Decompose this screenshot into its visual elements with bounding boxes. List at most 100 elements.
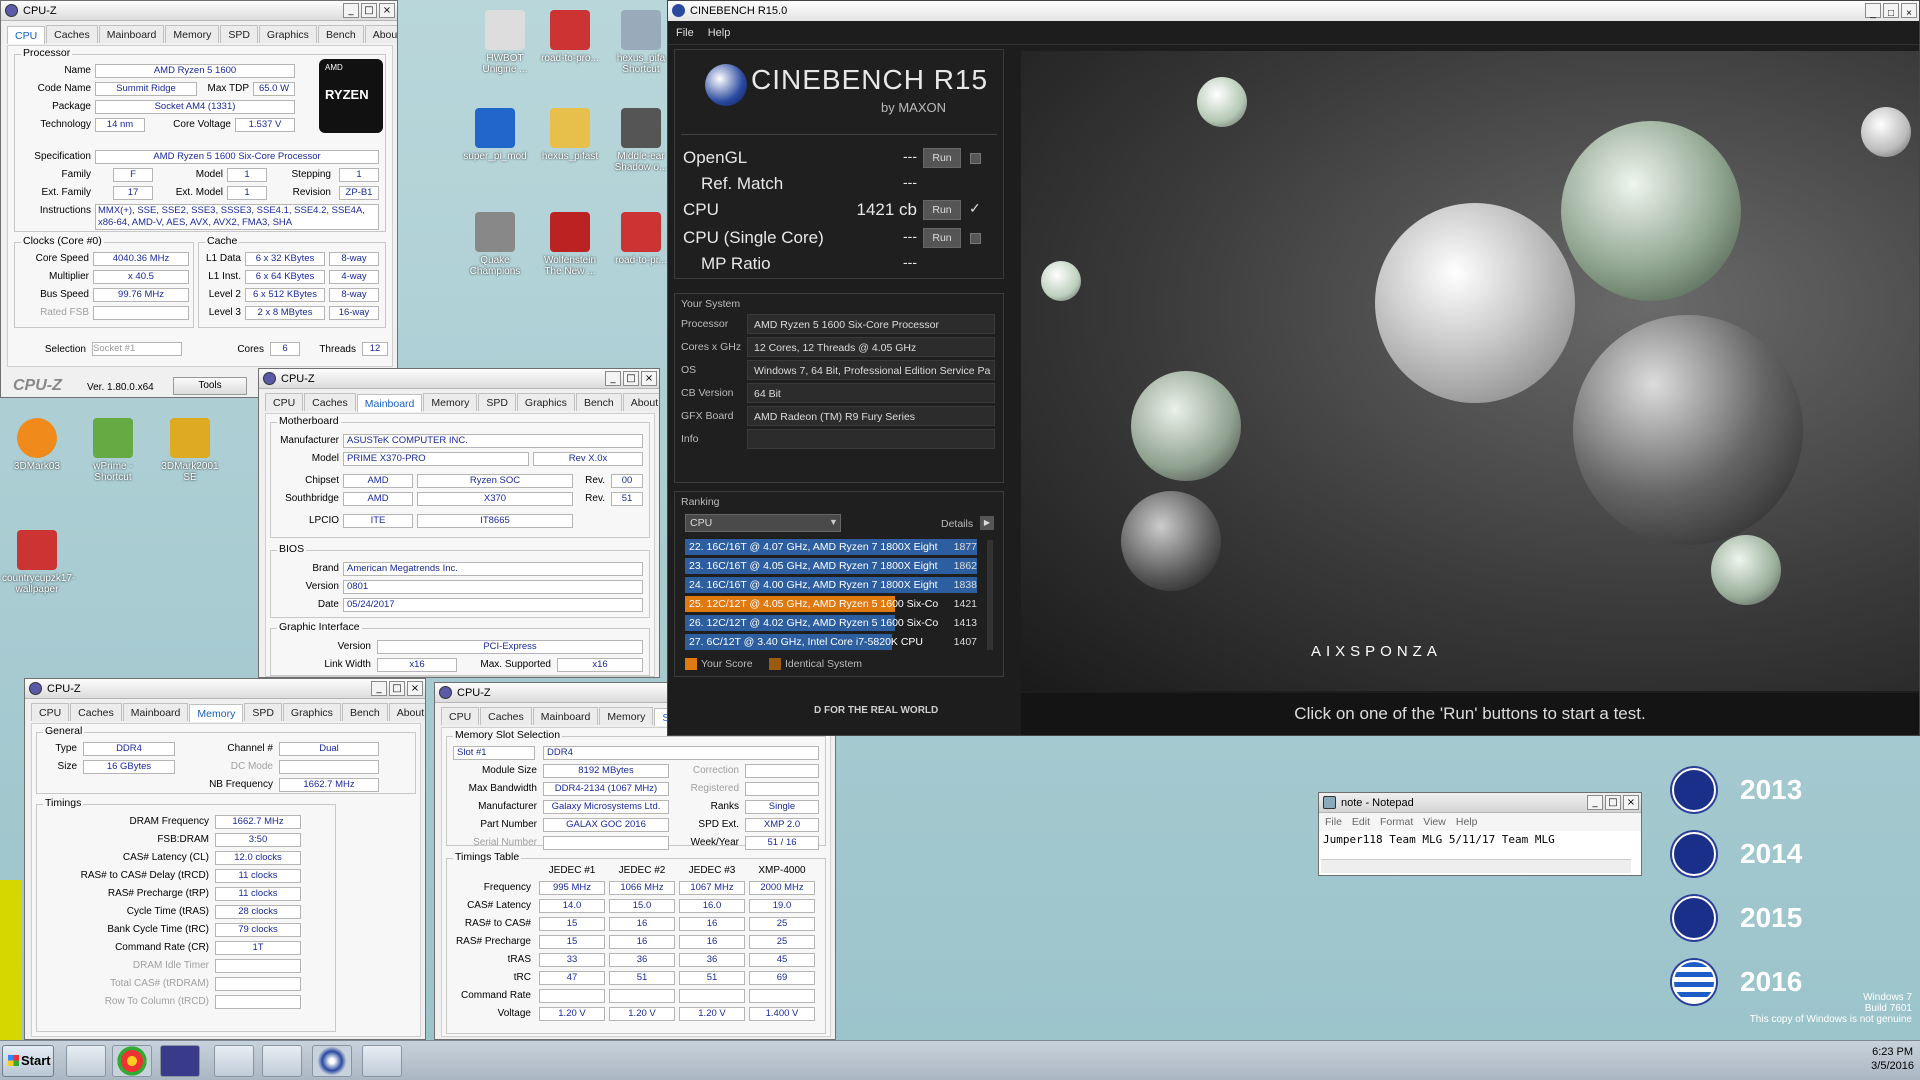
socket-select[interactable]: Socket #1 — [92, 342, 182, 356]
ranking-scrollbar[interactable] — [987, 540, 993, 650]
tab-about[interactable]: About — [622, 393, 659, 411]
menu-help[interactable]: Help — [1456, 816, 1478, 828]
slot-select[interactable]: Slot #1 — [453, 746, 535, 760]
minimize-icon[interactable]: _ — [1587, 795, 1603, 810]
ranking-row[interactable]: 27. 6C/12T @ 3.40 GHz, Intel Core i7-582… — [685, 633, 989, 651]
title-bar[interactable]: CINEBENCH R15.0 _ □ × — [668, 1, 1919, 21]
wprime-icon[interactable] — [262, 1045, 302, 1077]
desktop-icon[interactable]: 3DMark2001 SE — [155, 418, 225, 483]
tab-mainboard[interactable]: Mainboard — [98, 25, 165, 43]
maximize-icon[interactable]: □ — [361, 3, 377, 18]
single-core-checkbox[interactable] — [970, 233, 981, 244]
desktop-icon[interactable]: 3DMark03 — [2, 418, 72, 472]
desktop-icon[interactable]: super_pi_mod — [460, 108, 530, 162]
desktop-icon[interactable]: wPrime - Shortcut — [78, 418, 148, 483]
tab-spd[interactable]: SPD — [478, 393, 516, 411]
tool-icon[interactable] — [214, 1045, 254, 1077]
desktop-icon[interactable]: road-to-pr... — [606, 212, 676, 266]
tab-cpu[interactable]: CPU — [7, 26, 46, 44]
tab-mainboard[interactable]: Mainboard — [122, 703, 189, 721]
menu-file[interactable]: File — [1325, 816, 1342, 828]
close-icon[interactable]: × — [379, 3, 395, 18]
desktop-icon[interactable]: Wolfenstein The New ... — [535, 212, 605, 277]
menu-file[interactable]: File — [676, 27, 694, 39]
ranking-row[interactable]: 22. 16C/16T @ 4.07 GHz, AMD Ryzen 7 1800… — [685, 538, 989, 556]
tab-bench[interactable]: Bench — [341, 703, 388, 721]
start-button[interactable]: Start — [2, 1045, 54, 1077]
title-bar[interactable]: CPU-Z _□× — [1, 1, 397, 21]
desktop-icon[interactable]: Quake Champions — [460, 212, 530, 277]
tab-cpu[interactable]: CPU — [31, 703, 70, 721]
tab-memory[interactable]: Memory — [423, 393, 478, 411]
minimize-icon[interactable]: _ — [371, 681, 387, 696]
minimize-icon[interactable]: _ — [343, 3, 359, 18]
desktop-icon[interactable]: countrycupzk17-wallpaper — [2, 530, 75, 595]
close-icon[interactable]: × — [407, 681, 423, 696]
tab-mainboard[interactable]: Mainboard — [532, 707, 599, 725]
tab-caches[interactable]: Caches — [304, 393, 356, 411]
tab-graphics[interactable]: Graphics — [258, 25, 317, 43]
tab-about[interactable]: About — [388, 703, 425, 721]
chrome-icon[interactable] — [112, 1045, 152, 1077]
close-icon[interactable]: × — [1901, 3, 1917, 19]
maximize-icon[interactable]: □ — [389, 681, 405, 696]
cinebench-window[interactable]: CINEBENCH R15.0 _ □ × File Help CINEBENCH R… — [667, 0, 1920, 736]
tab-cpu[interactable]: CPU — [441, 707, 480, 725]
ranking-select[interactable]: CPU — [685, 514, 841, 532]
minimize-icon[interactable]: _ — [1865, 3, 1881, 19]
horizontal-scrollbar[interactable] — [1321, 859, 1631, 873]
tab-caches[interactable]: Caches — [70, 703, 122, 721]
tab-caches[interactable]: Caches — [46, 25, 98, 43]
maximize-icon[interactable]: □ — [623, 371, 639, 386]
ranking-row[interactable]: 25. 12C/12T @ 4.05 GHz, AMD Ryzen 5 1600… — [685, 595, 989, 613]
desktop-icon[interactable]: road-to-pro... — [535, 10, 605, 64]
notepad-taskbar-icon[interactable] — [362, 1045, 402, 1077]
opengl-run-button[interactable]: Run — [923, 148, 961, 168]
tab-about[interactable]: About — [364, 25, 397, 43]
desktop-icon[interactable]: hexus_pifast — [535, 108, 605, 162]
ranking-row[interactable]: 26. 12C/12T @ 4.02 GHz, AMD Ryzen 5 1600… — [685, 614, 989, 632]
tab-graphics[interactable]: Graphics — [282, 703, 341, 721]
single-core-run-button[interactable]: Run — [923, 228, 961, 248]
menu-help[interactable]: Help — [708, 27, 731, 39]
maximize-icon[interactable]: □ — [1605, 795, 1621, 810]
tab-graphics[interactable]: Graphics — [516, 393, 575, 411]
menu-view[interactable]: View — [1423, 816, 1446, 828]
system-tray[interactable]: 6:23 PM 3/5/2016 — [1871, 1045, 1914, 1073]
title-bar[interactable]: CPU-Z _□× — [25, 679, 425, 699]
arrow-right-icon[interactable]: ▶ — [980, 516, 994, 530]
notepad-window[interactable]: note - Notepad _ □ × File Edit Format View Hel… — [1318, 792, 1642, 876]
explorer-icon[interactable] — [66, 1045, 106, 1077]
tab-cpu[interactable]: CPU — [265, 393, 304, 411]
desktop-icon[interactable]: HWBOT Unigine ... — [470, 10, 540, 75]
tab-memory[interactable]: Memory — [165, 25, 220, 43]
tab-memory[interactable]: Memory — [599, 707, 654, 725]
cpuz-mainboard-window[interactable]: CPU-Z _ □ × CPU Caches Mainboard Memory SPD Gra… — [258, 368, 660, 678]
tab-bench[interactable]: Bench — [575, 393, 622, 411]
tab-mainboard[interactable]: Mainboard — [356, 394, 423, 412]
tab-memory[interactable]: Memory — [189, 704, 244, 722]
close-icon[interactable]: × — [1623, 795, 1639, 810]
minimize-icon[interactable]: _ — [605, 371, 621, 386]
opengl-checkbox[interactable] — [970, 153, 981, 164]
maximize-icon[interactable]: □ — [1883, 3, 1899, 19]
tab-spd[interactable]: SPD — [244, 703, 282, 721]
tools-button[interactable]: Tools — [173, 377, 247, 395]
cpuz-cpu-window[interactable]: CPU-Z _ □ × CPU Caches Mainboard Memory SPD Gra… — [0, 0, 398, 398]
desktop-icon[interactable]: hexus_pifa Shortcut — [606, 10, 676, 75]
tab-bench[interactable]: Bench — [317, 25, 364, 43]
cpuz-taskbar-icon[interactable] — [160, 1045, 200, 1077]
tab-spd[interactable]: SPD — [220, 25, 258, 43]
desktop-icon[interactable]: Middle-ear Shadow o... — [606, 108, 676, 173]
menu-edit[interactable]: Edit — [1352, 816, 1370, 828]
menu-format[interactable]: Format — [1380, 816, 1413, 828]
tab-caches[interactable]: Caches — [480, 707, 532, 725]
cpu-run-button[interactable]: Run — [923, 200, 961, 220]
cinebench-taskbar-icon[interactable] — [312, 1045, 352, 1077]
title-bar[interactable]: note - Notepad _ □ × — [1319, 793, 1641, 813]
close-icon[interactable]: × — [641, 371, 657, 386]
cpuz-memory-window[interactable]: CPU-Z _ □ × CPU Caches Mainboard Memory SPD Gra… — [24, 678, 426, 1040]
notepad-text-area[interactable]: Jumper118 Team MLG 5/11/17 Team MLG — [1323, 833, 1623, 857]
details-label[interactable]: Details — [941, 518, 973, 530]
ranking-row[interactable]: 24. 16C/16T @ 4.00 GHz, AMD Ryzen 7 1800… — [685, 576, 989, 594]
